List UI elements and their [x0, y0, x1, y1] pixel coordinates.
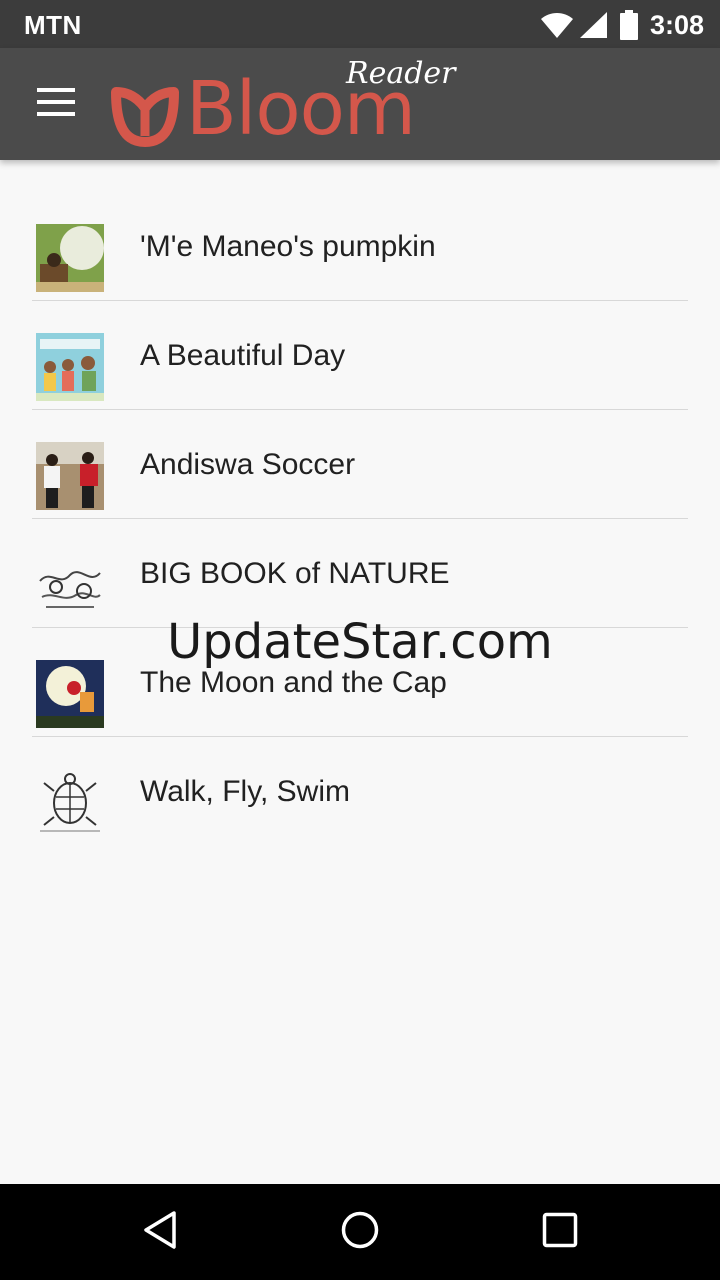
status-icons: 3:08: [540, 8, 704, 42]
app-bar: Bloom Reader: [0, 48, 720, 160]
book-list-item[interactable]: The Moon and the Cap: [32, 628, 688, 737]
recents-button[interactable]: [536, 1208, 584, 1256]
carrier-name: MTN: [24, 10, 82, 40]
cell-signal-icon: [578, 11, 608, 39]
book-cover-thumbnail: [36, 224, 104, 292]
book-title: Andiswa Soccer: [140, 448, 356, 481]
book-title: 'M'e Maneo's pumpkin: [140, 230, 436, 263]
bloom-flower-logo: [110, 84, 180, 153]
status-bar: MTN 3:08: [0, 0, 720, 48]
book-cover-thumbnail: [36, 769, 104, 837]
book-cover-thumbnail: [36, 333, 104, 401]
battery-icon: [619, 10, 638, 40]
book-title: The Moon and the Cap: [140, 666, 447, 699]
menu-button[interactable]: [26, 76, 86, 132]
book-title: BIG BOOK of NATURE: [140, 557, 450, 590]
back-icon: [142, 1210, 178, 1255]
book-title: Walk, Fly, Swim: [140, 775, 350, 808]
back-button[interactable]: [136, 1208, 184, 1256]
book-cover-thumbnail: [36, 660, 104, 728]
system-navigation-bar: [0, 1184, 720, 1280]
wifi-icon: [540, 11, 574, 39]
status-clock: 3:08: [649, 9, 704, 40]
home-icon: [340, 1210, 380, 1255]
menu-icon: [37, 87, 75, 121]
book-list-item[interactable]: BIG BOOK of NATURE: [32, 519, 688, 628]
logo-reader-text: Reader: [346, 56, 456, 91]
book-title: A Beautiful Day: [140, 339, 346, 372]
app-logo: Bloom Reader: [106, 54, 456, 154]
book-cover-thumbnail: [36, 551, 104, 619]
book-list-item[interactable]: Andiswa Soccer: [32, 410, 688, 519]
home-button[interactable]: [336, 1208, 384, 1256]
book-list-item[interactable]: Walk, Fly, Swim: [32, 737, 688, 845]
recents-icon: [542, 1212, 578, 1253]
book-list: 'M'e Maneo's pumpkin A Beautiful Day And…: [32, 192, 688, 845]
book-cover-thumbnail: [36, 442, 104, 510]
book-list-item[interactable]: 'M'e Maneo's pumpkin: [32, 192, 688, 301]
book-list-item[interactable]: A Beautiful Day: [32, 301, 688, 410]
